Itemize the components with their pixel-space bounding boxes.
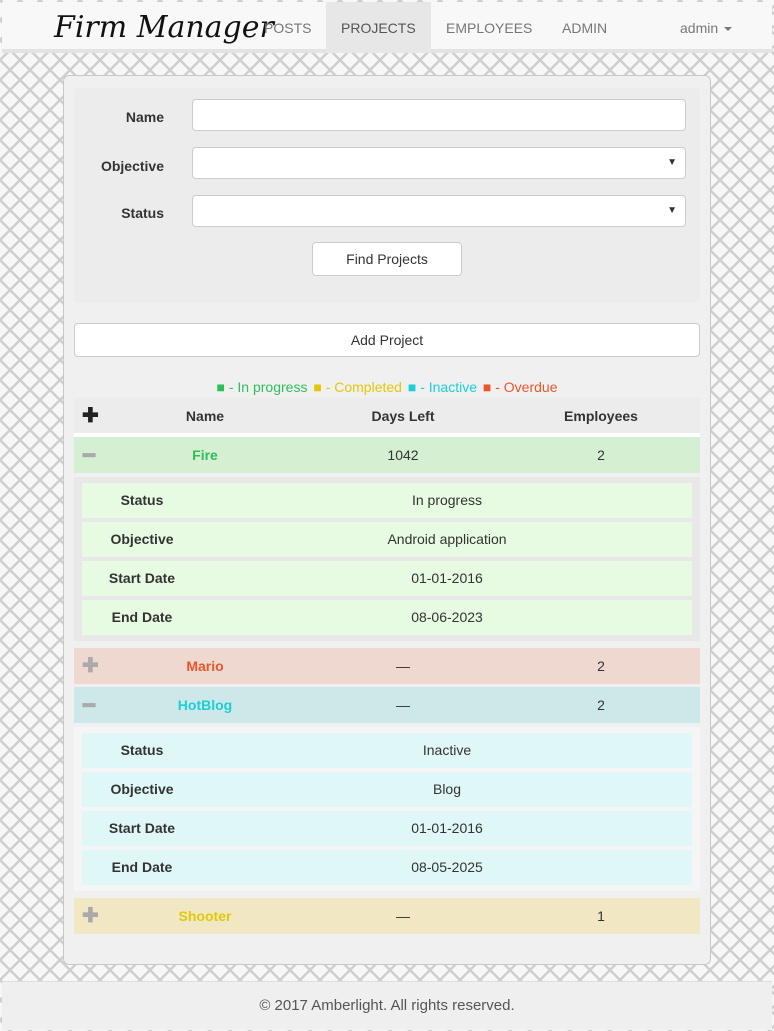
objective-label: Objective <box>100 158 164 174</box>
table-row[interactable]: ✚ Mario — 2 <box>74 648 700 684</box>
detail-row-start-date: Start Date 01-01-2016 <box>82 811 692 846</box>
user-menu[interactable]: admin <box>665 2 747 53</box>
footer: © 2017 Amberlight. All rights reserved. <box>2 981 772 1030</box>
project-employees: 2 <box>597 447 605 463</box>
collapse-icon[interactable]: ━ <box>82 693 96 718</box>
nav-employees[interactable]: EMPLOYEES <box>431 2 547 53</box>
detail-value: 01-01-2016 <box>411 820 483 836</box>
add-project-button[interactable]: Add Project <box>74 323 700 357</box>
project-name: Mario <box>186 658 224 674</box>
project-days-left: — <box>396 658 410 674</box>
name-input[interactable] <box>192 99 686 131</box>
detail-value: 08-06-2023 <box>411 609 483 625</box>
caret-down-icon <box>724 27 733 32</box>
detail-row-status: Status Inactive <box>82 733 692 768</box>
expand-icon[interactable]: ✚ <box>82 653 99 678</box>
filter-form: Name Objective ▼ Status ▼ Find Projects <box>74 88 700 302</box>
header-employees: Employees <box>564 408 638 424</box>
user-name: admin <box>680 20 719 36</box>
detail-label: Objective <box>110 531 174 547</box>
detail-label: Start Date <box>108 820 176 836</box>
collapse-icon[interactable]: ━ <box>82 443 96 468</box>
detail-label: Status <box>120 492 164 508</box>
nav-posts[interactable]: POSTS <box>249 2 326 53</box>
project-employees: 2 <box>597 697 605 713</box>
project-name: Fire <box>192 447 218 463</box>
detail-row-objective: Objective Blog <box>82 772 692 807</box>
detail-label: End Date <box>111 859 173 875</box>
detail-row-status: Status In progress <box>82 483 692 518</box>
project-days-left: 1042 <box>387 447 419 463</box>
header-days-left: Days Left <box>371 408 435 424</box>
project-days-left: — <box>396 697 410 713</box>
detail-value: Inactive <box>422 742 472 758</box>
expand-all-icon[interactable]: ✚ <box>82 403 99 428</box>
detail-value: In progress <box>411 492 483 508</box>
legend-completed: ■ - Completed <box>313 379 402 395</box>
detail-value: Android application <box>387 531 507 547</box>
select-arrow-icon: ▼ <box>667 205 677 216</box>
project-name: HotBlog <box>177 697 233 713</box>
projects-panel: Name Objective ▼ Status ▼ Find Projects … <box>63 75 711 965</box>
detail-label: End Date <box>111 609 173 625</box>
table-header: ✚ Name Days Left Employees <box>74 398 700 437</box>
detail-row-start-date: Start Date 01-01-2016 <box>82 561 692 596</box>
detail-row-end-date: End Date 08-05-2025 <box>82 850 692 885</box>
legend-inactive: ■ - Inactive <box>407 379 477 395</box>
project-days-left: — <box>396 908 410 924</box>
project-details: Status In progress Objective Android app… <box>74 477 700 641</box>
status-label: Status <box>121 205 164 221</box>
status-legend: ■ - In progress ■ - Completed ■ - Inacti… <box>64 379 710 395</box>
header-name: Name <box>185 408 225 424</box>
expand-icon[interactable]: ✚ <box>82 903 99 928</box>
detail-value: Blog <box>432 781 462 797</box>
select-arrow-icon: ▼ <box>667 157 677 168</box>
detail-value: 08-05-2025 <box>411 859 483 875</box>
name-label: Name <box>125 109 164 125</box>
project-details: Status Inactive Objective Blog Start Dat… <box>74 727 700 891</box>
brand-logo[interactable]: Firm Manager <box>54 10 274 45</box>
nav-admin[interactable]: ADMIN <box>547 2 622 53</box>
table-row[interactable]: ━ HotBlog — 2 <box>74 687 700 723</box>
detail-label: Objective <box>110 781 174 797</box>
nav-projects[interactable]: PROJECTS <box>326 2 431 53</box>
table-row[interactable]: ━ Fire 1042 2 <box>74 437 700 473</box>
detail-label: Status <box>120 742 164 758</box>
find-projects-button[interactable]: Find Projects <box>312 242 462 276</box>
detail-label: Start Date <box>108 570 176 586</box>
project-name: Shooter <box>178 908 232 924</box>
project-employees: 2 <box>597 658 605 674</box>
detail-value: 01-01-2016 <box>411 570 483 586</box>
project-employees: 1 <box>597 908 605 924</box>
status-select[interactable]: ▼ <box>192 195 686 227</box>
detail-row-end-date: End Date 08-06-2023 <box>82 600 692 635</box>
navbar: Firm Manager POSTS PROJECTS EMPLOYEES AD… <box>2 2 772 53</box>
legend-in-progress: ■ - In progress <box>216 379 308 395</box>
table-row[interactable]: ✚ Shooter — 1 <box>74 898 700 934</box>
legend-overdue: ■ - Overdue <box>482 379 558 395</box>
objective-select[interactable]: ▼ <box>192 147 686 179</box>
detail-row-objective: Objective Android application <box>82 522 692 557</box>
